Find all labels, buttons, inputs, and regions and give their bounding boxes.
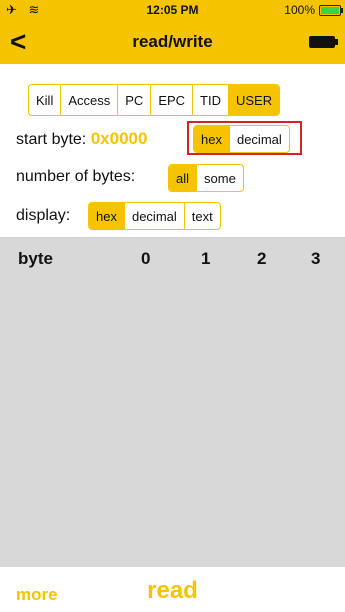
display-hex-option[interactable]: hex: [89, 203, 125, 229]
number-of-bytes-toggle: all some: [168, 164, 244, 192]
tab-kill[interactable]: Kill: [29, 85, 62, 115]
battery-percentage: 100%: [284, 3, 315, 17]
display-format-toggle: hex decimal text: [88, 202, 221, 230]
bottom-bar: more read: [0, 567, 345, 612]
tab-user[interactable]: USER: [229, 85, 280, 115]
start-byte-row: start byte: 0x0000: [16, 129, 147, 149]
reader-battery-icon: [309, 36, 338, 48]
tab-pc[interactable]: PC: [118, 85, 152, 115]
status-bar: ✈ ≋ 12:05 PM 100%: [0, 0, 345, 20]
number-of-bytes-label: number of bytes:: [16, 168, 136, 185]
status-battery-group: 100%: [284, 3, 343, 17]
table-header: byte 0 1 2 3: [0, 237, 345, 278]
table-body[interactable]: [0, 277, 345, 567]
nav-bar: < read/write: [0, 20, 345, 64]
display-label: display:: [16, 207, 71, 224]
column-header-1: 1: [201, 249, 211, 268]
highlight-box: [187, 121, 302, 155]
column-header-byte: byte: [18, 249, 53, 268]
display-decimal-option[interactable]: decimal: [125, 203, 185, 229]
start-byte-value[interactable]: 0x0000: [91, 129, 148, 148]
bytes-some-option[interactable]: some: [197, 165, 243, 191]
read-button[interactable]: read: [0, 577, 345, 605]
page-title: read/write: [132, 32, 213, 51]
tab-access[interactable]: Access: [61, 85, 119, 115]
display-text-option[interactable]: text: [185, 203, 220, 229]
bytes-all-option[interactable]: all: [169, 165, 198, 191]
column-header-2: 2: [257, 249, 267, 268]
memory-bank-tabs: Kill Access PC EPC TID USER: [28, 84, 281, 116]
tab-epc[interactable]: EPC: [151, 85, 194, 115]
battery-icon: [319, 4, 343, 16]
column-header-0: 0: [141, 249, 151, 268]
start-byte-label: start byte:: [16, 131, 87, 148]
tab-tid[interactable]: TID: [193, 85, 229, 115]
column-header-3: 3: [311, 249, 321, 268]
